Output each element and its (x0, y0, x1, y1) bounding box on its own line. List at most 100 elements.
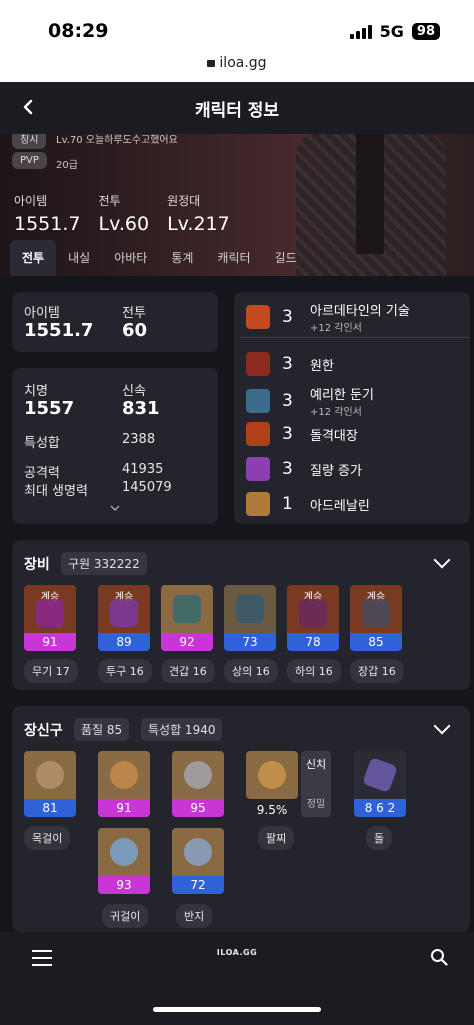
engraving-row[interactable]: 1 아드레날린 (246, 492, 370, 516)
helmet-icon (110, 599, 138, 627)
hero-stat-label: 아이템 (14, 194, 48, 208)
hero-stat-combat: 전투 Lv.60 (98, 192, 149, 235)
bracelet-item[interactable] (246, 751, 298, 799)
quality-bar: 93 (98, 876, 150, 894)
bracelet-tags: 신치 정밀 (301, 751, 331, 817)
tab-avatar[interactable]: 아바타 (102, 240, 159, 276)
earring-item[interactable]: 91 (98, 751, 150, 817)
necklace-item[interactable]: 81 (24, 751, 76, 817)
equipment-label: 무기 17 (24, 659, 78, 683)
bracelet-percent: 9.5% (256, 803, 288, 817)
combat-stats-card: 치명 1557 신속 831 특성합 2388 공격력 41935 최대 생명력… (12, 368, 218, 524)
total-stat-value: 2388 (122, 432, 156, 447)
expand-chevron-icon[interactable] (110, 504, 120, 512)
necklace-label: 목걸이 (24, 826, 71, 850)
search-icon[interactable] (430, 948, 448, 966)
engraving-row[interactable]: 3 원한 (246, 352, 334, 376)
ring-icon (184, 761, 212, 789)
back-button[interactable] (16, 94, 40, 120)
engraving-row[interactable]: 3 예리한 둔기 +12 각인서 (246, 384, 374, 418)
engraving-row[interactable]: 3 아르데타인의 기술 +12 각인서 (246, 300, 410, 334)
item-image: 계승 (24, 585, 76, 633)
hero-stat-label: 원정대 (167, 194, 201, 208)
url-bar[interactable]: iloa.gg (0, 55, 474, 71)
ring-item[interactable]: 72 (172, 828, 224, 894)
bottom-bar: ILOA.GG (0, 932, 474, 1025)
hp-label: 최대 생명력 (24, 484, 88, 499)
equipment-item[interactable]: 계승 78 (287, 585, 339, 651)
engraving-icon (246, 457, 270, 481)
tab-stats[interactable]: 통계 (159, 240, 205, 276)
bracelet-tag: 신치 (305, 758, 327, 771)
tab-inner[interactable]: 내실 (56, 240, 102, 276)
engraving-level: 3 (282, 354, 293, 374)
weapon-icon (36, 599, 64, 627)
item-image (98, 828, 150, 876)
quality-bar: 81 (24, 799, 76, 817)
item-image (224, 585, 276, 633)
equipment-item[interactable]: 계승 91 (24, 585, 76, 651)
engraving-level: 3 (282, 391, 293, 411)
collapse-chevron-icon[interactable] (433, 551, 451, 569)
combat-level-value: 60 (122, 320, 148, 341)
total-stat-pill: 특성합 1940 (141, 718, 223, 741)
engraving-name: 아르데타인의 기술 (310, 304, 410, 319)
equipment-label: 하의 16 (287, 659, 341, 683)
engraving-icon (246, 492, 270, 516)
quality-bar: 85 (350, 633, 402, 651)
engraving-level: 3 (282, 307, 293, 327)
earring-icon (110, 838, 138, 866)
engraving-icon (246, 422, 270, 446)
crit-value: 1557 (24, 398, 75, 419)
item-level-value: 1551.7 (24, 320, 94, 341)
tab-guild[interactable]: 길드 (263, 240, 309, 276)
earring-icon (110, 761, 138, 789)
tab-bar: 전투 내실 아바타 통계 캐릭터 길드 (10, 240, 309, 276)
item-image (354, 751, 406, 799)
lock-icon (207, 60, 216, 67)
equipment-item[interactable]: 92 (161, 585, 213, 651)
engraving-row[interactable]: 3 질량 증가 (246, 457, 362, 481)
engraving-name: 원한 (310, 358, 334, 374)
tab-combat[interactable]: 전투 (10, 240, 57, 276)
engraving-level: 1 (282, 494, 293, 514)
equipment-item[interactable]: 73 (224, 585, 276, 651)
total-stat-label: 특성합 (24, 436, 60, 451)
item-image (161, 585, 213, 633)
item-level-label: 아이템 (24, 306, 60, 321)
engraving-name: 질량 증가 (310, 463, 362, 479)
attack-value: 41935 (122, 462, 164, 477)
hero-stat-expedition: 원정대 Lv.217 (167, 192, 230, 235)
ring-icon (184, 838, 212, 866)
stone-value: 8 6 2 (354, 799, 406, 817)
status-time: 08:29 (48, 20, 109, 42)
chevron-left-icon (23, 99, 33, 115)
collapse-chevron-icon[interactable] (433, 717, 451, 735)
quality-bar: 73 (224, 633, 276, 651)
bracelet-icon (258, 761, 286, 789)
ring-item[interactable]: 95 (172, 751, 224, 817)
equipment-item[interactable]: 계승 85 (350, 585, 402, 651)
earring-item[interactable]: 93 (98, 828, 150, 894)
item-image: 계승 (98, 585, 150, 633)
bracelet-label: 팔찌 (258, 826, 295, 850)
hero-stat-value: 1551.7 (14, 213, 81, 235)
status-indicators: 5G 98 (349, 22, 440, 41)
item-image: 계승 (287, 585, 339, 633)
tab-character[interactable]: 캐릭터 (205, 240, 262, 276)
quality-bar: 89 (98, 633, 150, 651)
stone-item[interactable]: 8 6 2 (354, 751, 406, 817)
earring-label: 귀걸이 (102, 904, 149, 928)
engraving-row[interactable]: 3 돌격대장 (246, 422, 358, 446)
url-text: iloa.gg (219, 55, 267, 71)
engraving-sub: +12 각인서 (310, 407, 362, 418)
equipment-item[interactable]: 계승 89 (98, 585, 150, 651)
item-image: 계승 (350, 585, 402, 633)
engraving-name: 아드레날린 (310, 498, 370, 514)
pvp-tag: PVP (12, 152, 47, 169)
accessories-title: 장신구 (24, 723, 63, 739)
combat-level-label: 전투 (122, 306, 146, 321)
title-text: Lv.70 오늘하루도수고했어요 (56, 135, 178, 146)
item-image (24, 751, 76, 799)
ring-label: 반지 (176, 904, 213, 928)
